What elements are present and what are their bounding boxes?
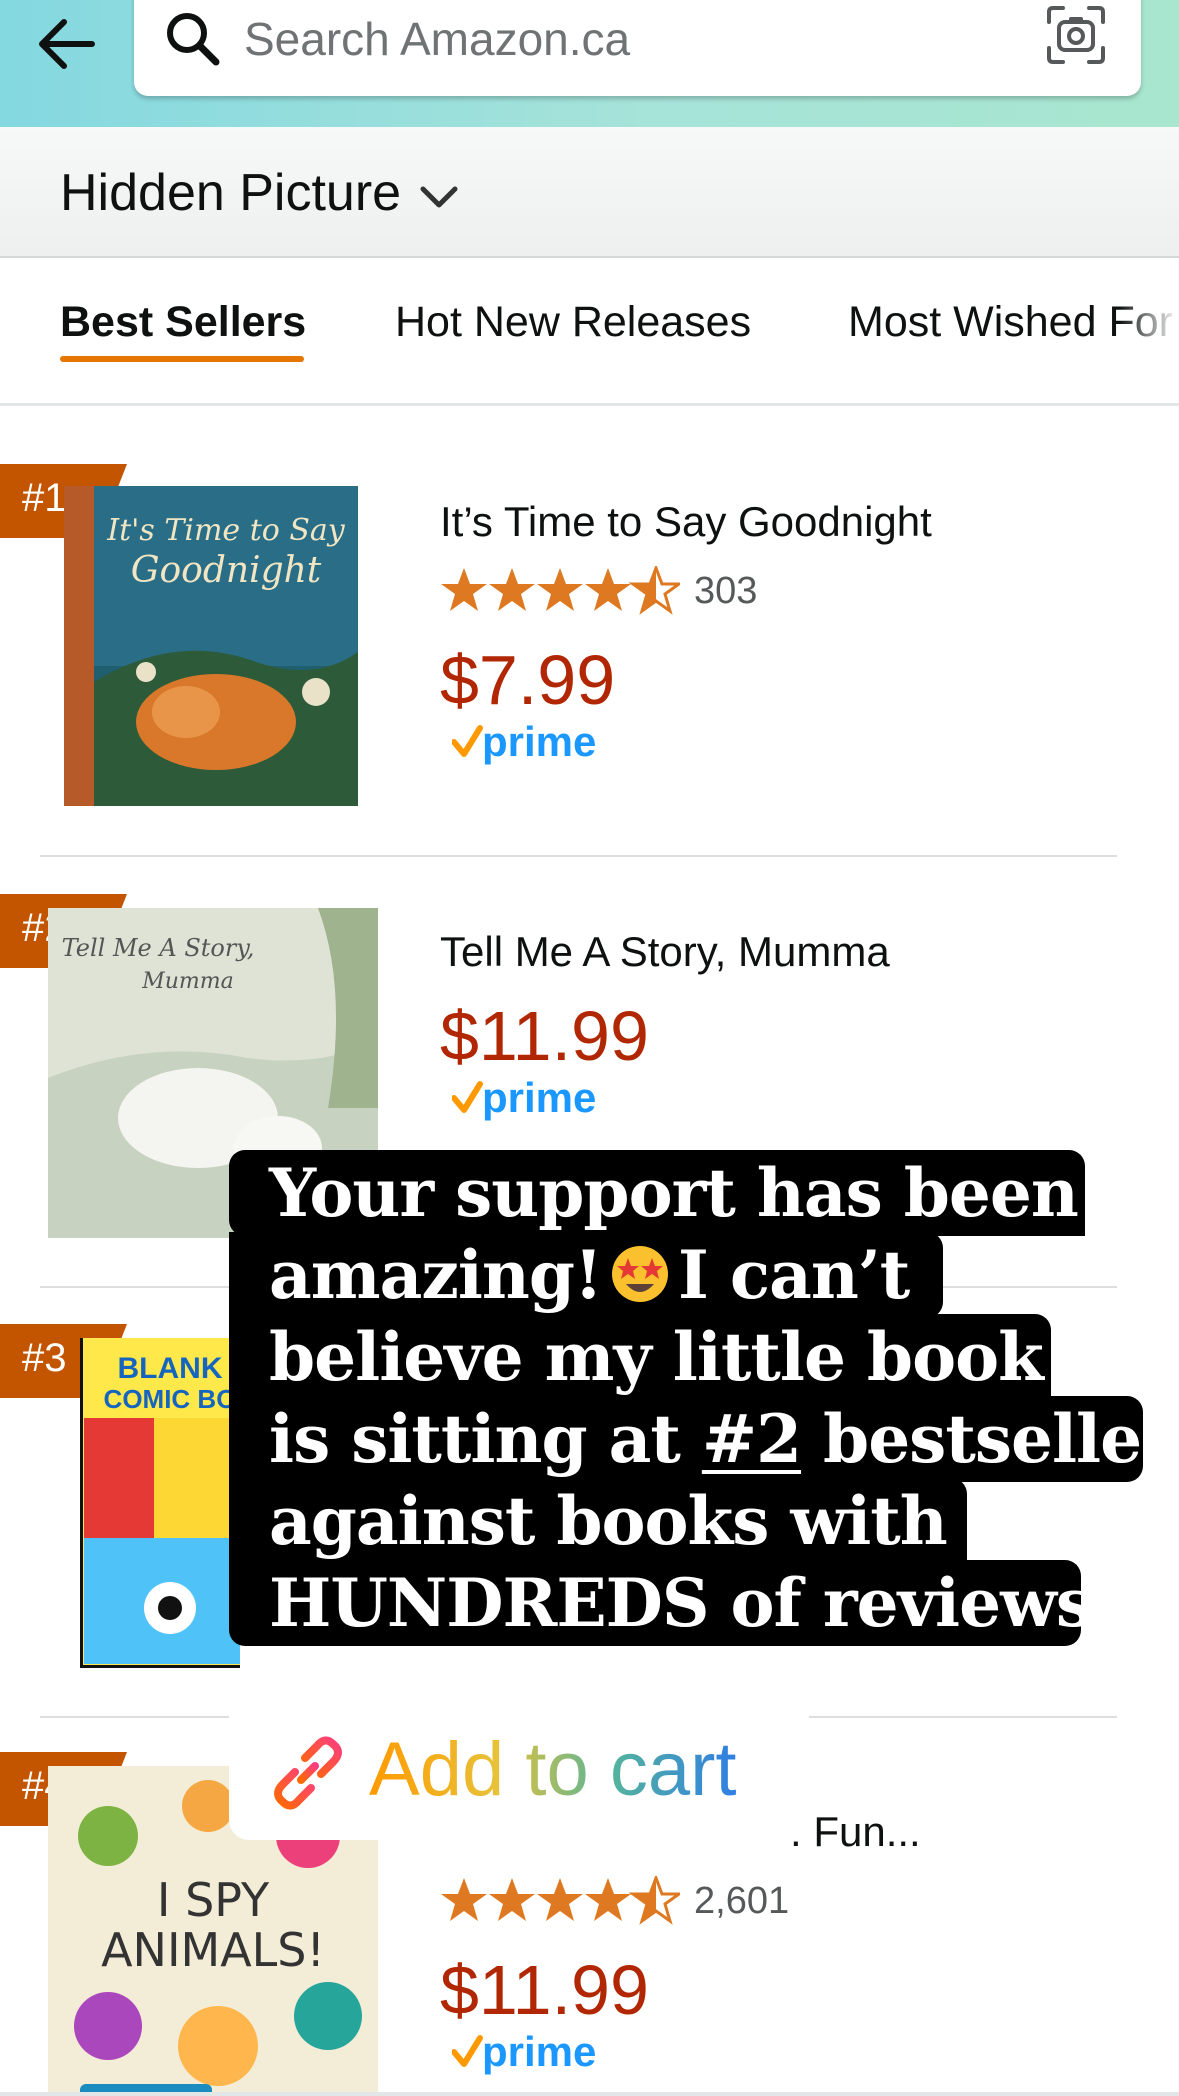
star-rating-icon	[441, 1876, 680, 1925]
add-to-cart-sticker[interactable]: Add to cart	[229, 1712, 809, 1840]
product-title[interactable]: It’s Time to Say Goodnight	[440, 498, 932, 546]
prime-logo-icon: prime	[452, 2028, 596, 2075]
review-count: 303	[694, 569, 758, 612]
star-struck-emoji-icon	[612, 1246, 669, 1302]
caption-line: against books with	[229, 1478, 967, 1564]
caption-line: is sitting at #2 bestseller	[229, 1396, 1176, 1482]
rating[interactable]: 2,601	[440, 1876, 789, 1926]
price: $11.99	[440, 997, 649, 1075]
review-count: 2,601	[694, 1879, 790, 1922]
top-bar	[0, 0, 1179, 127]
caption-text: HUNDREDS of reviews!	[269, 1564, 1121, 1642]
link-icon	[274, 1736, 342, 1810]
book-cover[interactable]: BLANK COMIC BO	[77, 1338, 240, 1671]
svg-text:BLANK: BLANK	[118, 1352, 223, 1385]
product-title[interactable]: . Fun...	[790, 1808, 921, 1856]
tab-best-sellers[interactable]: Best Sellers	[60, 298, 306, 347]
list-item[interactable]: #1 It's Time to Say Goodnight It’s Time …	[0, 406, 1179, 857]
search-icon	[167, 13, 220, 66]
category-title: Hidden Picture	[60, 164, 402, 222]
rating[interactable]: 303	[440, 566, 757, 616]
category-bar: Hidden Picture	[0, 127, 1179, 258]
caption-text: bestseller	[801, 1400, 1176, 1478]
caption-line: believe my little book	[229, 1314, 1051, 1400]
search-input[interactable]	[244, 0, 1004, 78]
star-rating-icon	[441, 566, 680, 615]
svg-text:Mumma: Mumma	[141, 969, 234, 994]
svg-text:prime: prime	[482, 718, 596, 765]
caption-line: HUNDREDS of reviews!	[229, 1560, 1121, 1646]
svg-text:Goodnight: Goodnight	[131, 550, 322, 591]
svg-text:I SPY: I SPY	[157, 1873, 270, 1927]
product-title[interactable]: Tell Me A Story, Mumma	[440, 928, 890, 976]
svg-text:It's Time to Say: It's Time to Say	[106, 513, 346, 548]
svg-text:COMIC BO: COMIC BO	[104, 1384, 237, 1414]
back-button[interactable]	[30, 6, 106, 82]
prime-logo-icon: prime	[452, 1074, 596, 1121]
book-cover[interactable]: It's Time to Say Goodnight	[56, 482, 362, 812]
svg-text:ANIMALS!: ANIMALS!	[101, 1923, 325, 1977]
caption-text: against books with	[269, 1482, 948, 1560]
bottom-divider	[0, 2092, 1179, 2096]
caption-text: amazing!	[269, 1236, 603, 1314]
category-dropdown[interactable]: Hidden Picture	[60, 153, 463, 233]
tab-hot-new-releases[interactable]: Hot New Releases	[395, 298, 751, 347]
caption-text: I can’t	[678, 1236, 910, 1314]
chevron-down-icon	[420, 186, 458, 208]
caption-text: Your support has been	[269, 1154, 1079, 1232]
caption-text: #2	[701, 1400, 802, 1478]
svg-text:Tell Me A Story,: Tell Me A Story,	[62, 934, 255, 962]
prime-logo-icon: prime	[452, 718, 596, 765]
tab-fade	[1119, 258, 1179, 403]
back-arrow-icon	[39, 19, 95, 69]
search-bar[interactable]	[134, 0, 1141, 96]
svg-text:prime: prime	[482, 2028, 596, 2075]
add-to-cart-label: Add to cart	[369, 1727, 737, 1812]
camera-scan-icon[interactable]	[1041, 0, 1111, 70]
active-tab-indicator	[60, 356, 304, 362]
price: $11.99	[440, 1951, 649, 2029]
svg-text:prime: prime	[482, 1074, 596, 1121]
caption-text: believe my little book	[269, 1318, 1044, 1396]
tab-bar: Best Sellers Hot New Releases Most Wishe…	[0, 258, 1179, 406]
caption-text: is sitting at	[269, 1400, 702, 1478]
price: $7.99	[440, 641, 616, 719]
caption-line: Your support has been	[229, 1150, 1085, 1236]
caption-line: amazing! I can’t	[229, 1232, 943, 1318]
